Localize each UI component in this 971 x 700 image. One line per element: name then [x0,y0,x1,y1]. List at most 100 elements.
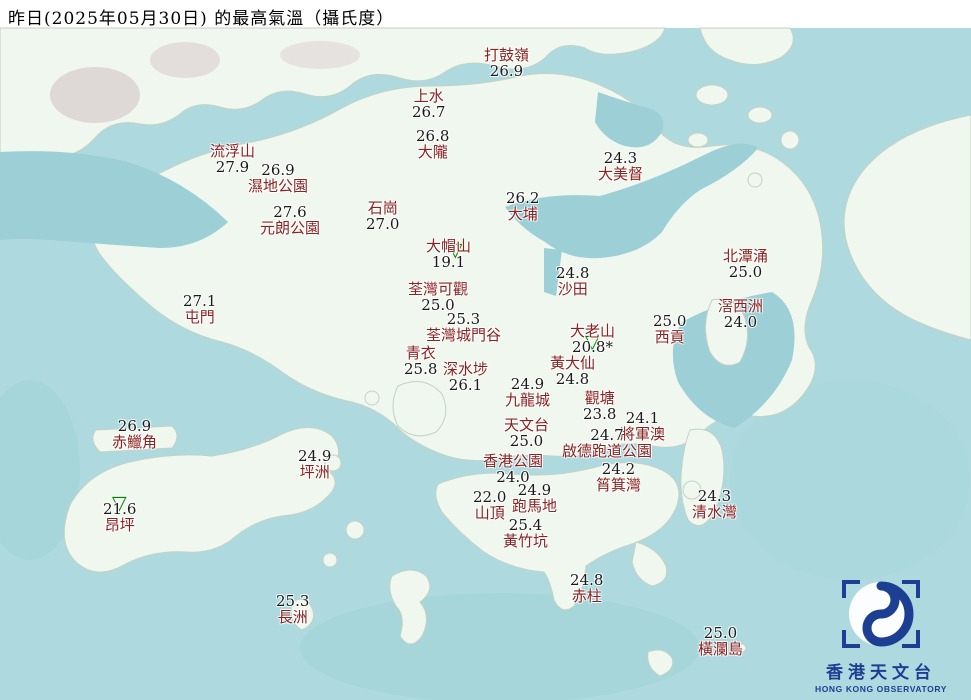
station-temperature: 27.0 [366,215,400,233]
station-temperature: 26.9 [489,62,524,80]
station-temperature: 26.1 [448,376,483,394]
station-yuen-long-park: 27.6 元朗公園 [260,204,320,236]
station-name: 大美督 [598,165,644,183]
station-name: 坪洲 [299,463,330,481]
station-name: 黃大仙 [550,354,596,372]
station-name: 清水灣 [692,503,738,521]
station-name: 流浮山 [210,142,256,160]
station-temperature: 24.8 [570,571,604,589]
station-hk-observatory: 天文台 25.0 [504,417,549,449]
station-chek-lap-kok: 26.9 赤鱲角 [112,418,157,450]
weather-map-page: 昨日(2025年05月30日) 的最高氣溫（攝氏度） 打鼓嶺 26.9 上水 26.7… [0,0,971,700]
station-name: 長洲 [277,608,308,626]
station-clear-water-bay: 24.3 清水灣 [692,488,737,520]
station-name: 上水 [413,87,444,105]
station-temperature: 25.0 [703,624,738,642]
station-name: 山頂 [474,504,505,522]
station-shau-kei-wan: 24.2 筲箕灣 [596,461,641,493]
station-name: 昂坪 [104,516,135,534]
station-temperature: 27.9 [215,158,250,176]
station-wong-chuk-hang: 25.4 黃竹坑 [503,517,548,549]
station-kau-sai-chau: 滘西洲 24.0 [718,298,763,330]
station-shek-kong: 石崗 27.0 [366,200,399,232]
station-name: 大帽山 [426,237,472,255]
station-name: 石崗 [367,199,398,217]
station-temperature: 21.6 [103,500,137,518]
station-ta-kwu-ling: 打鼓嶺 26.9 [484,47,529,79]
station-kai-tak-runway-park: 24.7 啟德跑道公園 [562,427,652,459]
station-name: 荃灣可觀 [408,280,469,298]
station-temperature: 26.9 [261,161,295,179]
station-temperature: 24.7 [590,426,624,444]
station-temperature: 25.4 [508,516,543,534]
station-temperature: 24.1 [625,409,660,427]
station-the-peak: 22.0 山頂 [473,489,506,521]
station-name: 濕地公園 [248,177,309,195]
station-ho-koon: 荃灣可觀 25.0 [408,281,468,313]
hko-logo: 香港天文台 HONG KONG OBSERVATORY [801,576,961,694]
station-name: 元朗公園 [260,219,321,237]
station-name: 荃灣城門谷 [426,326,502,344]
station-name: 青衣 [405,344,436,362]
station-name: 赤柱 [571,587,602,605]
station-temperature: 25.0 [653,312,687,330]
station-temperature: 23.8 [583,405,617,423]
station-peng-chau: 24.9 坪洲 [298,448,331,480]
station-waglan-island: 25.0 橫瀾島 [698,625,743,657]
station-ngong-ping: 21.6 昂坪 [103,501,136,533]
station-temperature: 24.0 [723,313,758,331]
hko-logo-icon [842,580,920,648]
station-cheung-chau: 25.3 長洲 [276,593,309,625]
station-tuen-mun: 27.1 屯門 [183,293,216,325]
station-temperature: 25.8 [404,360,438,378]
station-temperature: 24.9 [298,447,332,465]
station-temperature: 25.0 [509,432,544,450]
station-temperature: 24.3 [603,149,638,167]
station-temperature: 24.8 [556,264,590,282]
station-temperature: 25.3 [446,310,481,328]
station-sham-shui-po: 深水埗 26.1 [443,361,488,393]
station-name: 大埔 [507,205,538,223]
station-temperature: 26.9 [117,417,152,435]
station-name: 北潭涌 [723,247,769,265]
station-temperature: 26.7 [412,103,446,121]
station-temperature: 24.3 [697,487,732,505]
station-wetland-park: 26.9 濕地公園 [248,162,308,194]
station-temperature: 24.2 [601,460,636,478]
station-kwun-tong: 觀塘 23.8 [583,390,616,422]
station-tai-po: 26.2 大埔 [506,190,539,222]
station-name: 西貢 [654,328,685,346]
station-tai-mo-shan: 大帽山 19.1 [426,238,471,270]
station-name: 深水埗 [443,360,489,378]
station-name: 香港公園 [483,452,544,470]
station-name: 沙田 [557,280,588,298]
hko-logo-name-zh: 香港天文台 [826,663,936,683]
station-temperature: 27.1 [183,292,217,310]
station-temperature: 19.1 [431,253,466,271]
hko-logo-name-en: HONG KONG OBSERVATORY [814,684,948,694]
station-sheung-shui: 上水 26.7 [412,88,445,120]
station-temperature: 25.3 [276,592,310,610]
station-temperature: 24.9 [517,481,552,499]
station-wong-tai-sin: 黃大仙 24.8 [550,355,595,387]
station-name: 橫瀾島 [698,640,744,658]
station-temperature: 22.0 [473,488,507,506]
station-temperature: 24.8 [555,370,590,388]
station-sha-tin: 24.8 沙田 [556,265,589,297]
station-shing-mun-valley: 25.3 荃灣城門谷 [426,311,501,343]
station-kowloon-city: 24.9 九龍城 [505,376,550,408]
station-name: 屯門 [184,308,215,326]
station-name: 啟德跑道公園 [562,442,653,460]
station-name: 觀塘 [584,389,615,407]
station-name: 九龍城 [505,391,551,409]
station-pak-tam-chung: 北潭涌 25.0 [723,248,768,280]
station-name: 滘西洲 [718,297,764,315]
station-name: 打鼓嶺 [484,46,530,64]
station-tates-cairn: 大老山 20.8* [570,323,615,355]
page-title: 昨日(2025年05月30日) 的最高氣溫（攝氏度） [8,9,395,29]
station-temperature: 27.6 [273,203,307,221]
station-name: 筲箕灣 [596,476,642,494]
station-temperature: 25.0 [728,263,763,281]
station-name: 天文台 [504,416,550,434]
station-temperature: 24.9 [510,375,545,393]
